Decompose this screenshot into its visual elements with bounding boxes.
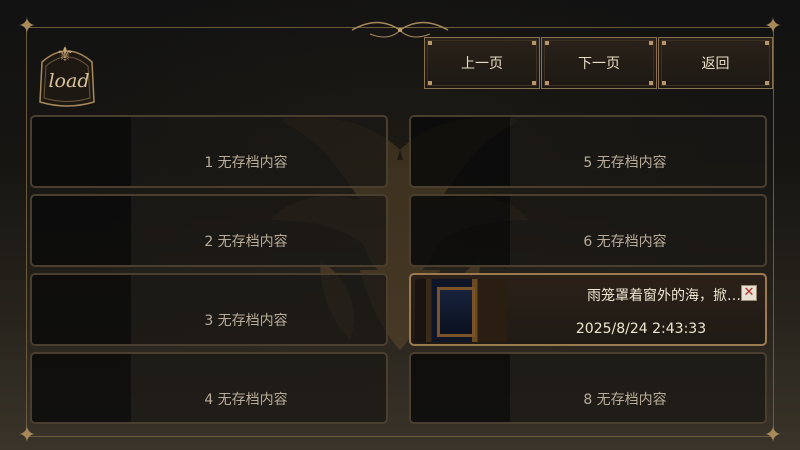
save-slot-8[interactable]: 8 无存档内容: [409, 352, 767, 424]
next-page-button[interactable]: 下一页: [541, 37, 657, 89]
fleur-de-lis-icon: ⚜: [56, 42, 74, 66]
close-x-icon[interactable]: ✕: [741, 285, 757, 301]
slot-label: 1 无存档内容: [204, 155, 288, 171]
prev-page-button[interactable]: 上一页: [424, 37, 540, 89]
frame-left-line: [26, 27, 27, 437]
slot-label: 4 无存档内容: [204, 392, 288, 408]
save-title: 雨笼罩着窗外的海，掀…: [587, 288, 741, 304]
back-label: 返回: [701, 56, 730, 72]
save-slot-2[interactable]: 2 无存档内容: [30, 194, 388, 267]
slot-label: 8 无存档内容: [583, 392, 667, 408]
save-slot-3[interactable]: 3 无存档内容: [30, 273, 388, 346]
save-slot-4[interactable]: 4 无存档内容: [30, 352, 388, 424]
save-slot-1[interactable]: 1 无存档内容: [30, 115, 388, 188]
save-slot-7[interactable]: 雨笼罩着窗外的海，掀… ✕ 2025/8/24 2:43:33: [409, 273, 767, 346]
slot-label: 3 无存档内容: [204, 313, 288, 329]
slot-label: 5 无存档内容: [583, 155, 667, 171]
back-button[interactable]: 返回: [658, 37, 773, 89]
corner-ornament-icon: ✦: [763, 423, 783, 448]
save-thumbnail: [415, 279, 507, 342]
thumbnail-window: [437, 287, 475, 337]
next-page-label: 下一页: [578, 56, 620, 72]
load-badge: ⚜ load: [32, 36, 102, 112]
save-slot-6[interactable]: 6 无存档内容: [409, 194, 767, 267]
prev-page-label: 上一页: [461, 56, 503, 72]
save-slot-5[interactable]: 5 无存档内容: [409, 115, 767, 188]
slot-label: 2 无存档内容: [204, 234, 288, 250]
corner-ornament-icon: ✦: [17, 423, 37, 448]
save-date: 2025/8/24 2:43:33: [575, 321, 707, 337]
frame-bottom-line: [26, 436, 774, 437]
load-badge-text: load: [48, 70, 90, 92]
slot-label: 6 无存档内容: [583, 234, 667, 250]
frame-right-line: [773, 27, 774, 437]
